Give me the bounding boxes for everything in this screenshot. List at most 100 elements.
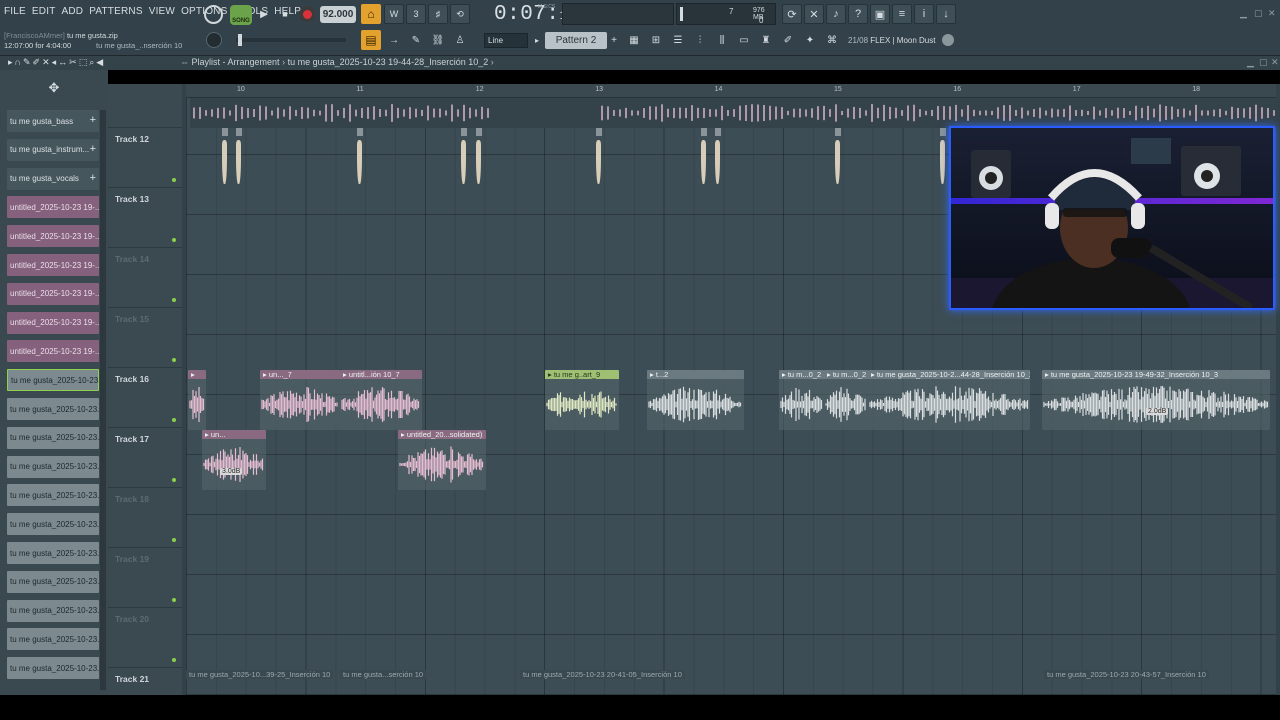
audio-clip[interactable]: ▸ untitl...ión 10_7 (340, 370, 422, 430)
track-12-clip[interactable] (236, 128, 242, 188)
help-icon[interactable]: ? (848, 4, 868, 24)
browser-item[interactable]: tu me gusta_2025-10-23... (7, 628, 99, 651)
record-icon[interactable] (299, 6, 315, 22)
menu-patterns[interactable]: PATTERNS (89, 6, 142, 17)
paint-brush-icon[interactable]: ✐ (33, 57, 43, 67)
track-header[interactable]: Track 18 (108, 488, 182, 548)
browser-item[interactable]: tu me gusta_2025-10-23... (7, 369, 99, 392)
browser-item[interactable]: untitled_2025-10-23 19-... (7, 282, 99, 305)
clip-title[interactable]: ▸ (188, 370, 206, 379)
browser-item[interactable]: tu me gusta_2025-10-23... (7, 398, 99, 420)
add-pattern-icon[interactable]: + (609, 33, 619, 48)
browser-item[interactable]: untitled_2025-10-23 19-... (7, 254, 99, 276)
add-icon[interactable]: + (90, 172, 96, 184)
clip-title[interactable]: ▸ tu me g..art_9 (545, 370, 619, 379)
track-header[interactable]: Track 15 (108, 308, 182, 368)
browser-item[interactable]: tu me gusta_2025-10-23... (7, 542, 99, 564)
track-12-clip[interactable] (222, 128, 228, 188)
bottom-clip-4[interactable]: tu me gusta_2025-10-23 20-43-57_Inserció… (1044, 670, 1209, 679)
audio-clip[interactable]: ▸ tu me gusta_2025-10-2...44-28_Inserció… (868, 370, 1030, 430)
playlist-minimize-icon[interactable]: ▁ (1247, 57, 1254, 68)
save-icon[interactable]: ▣ (870, 4, 890, 24)
brush-icon[interactable]: ✐ (779, 31, 797, 49)
erase-icon[interactable]: ✕ (42, 57, 52, 67)
slip-icon[interactable]: ↔ (58, 57, 69, 67)
track-header[interactable]: Track 16 (108, 368, 182, 428)
step-edit-icon[interactable]: ♯ (428, 4, 448, 24)
track-header[interactable]: Track 12 (108, 128, 182, 188)
track-led-icon[interactable] (172, 658, 176, 662)
globe-icon[interactable] (942, 34, 954, 46)
plugin-icon[interactable]: ♜ (757, 31, 775, 49)
eq-icon[interactable]: ⫶ (691, 31, 709, 49)
minimize-icon[interactable]: ▁ (1240, 8, 1247, 19)
pattern-prev-icon[interactable]: ▸ (532, 33, 542, 48)
browser-item[interactable]: tu me gusta_vocals + (7, 167, 99, 190)
track-header[interactable]: Track 14 (108, 248, 182, 308)
slice-icon[interactable]: ✂ (69, 57, 79, 67)
wait-for-input-icon[interactable]: W (384, 4, 404, 24)
pattern-selector[interactable]: Pattern 2 (545, 32, 607, 49)
audio-clip[interactable]: ▸ tu m...0_2 (824, 370, 868, 430)
menu-file[interactable]: FILE (4, 6, 26, 17)
clip-title[interactable]: ▸ tu me gusta_2025-10-2...44-28_Inserció… (868, 370, 1030, 379)
play-icon[interactable]: ▶ (256, 6, 272, 22)
browser-item[interactable]: tu me gusta_2025-10-23... (7, 455, 99, 478)
audio-clip[interactable]: ▸ un..._7 (260, 370, 340, 430)
microphone-icon[interactable]: ♪ (826, 4, 846, 24)
audio-clip[interactable]: ▸ un... (202, 430, 266, 490)
track-12-clip[interactable] (835, 128, 841, 188)
mixer-icon[interactable]: ≡ (892, 4, 912, 24)
playlist-maximize-icon[interactable]: ▢ (1259, 57, 1268, 68)
menu-view[interactable]: VIEW (149, 6, 175, 17)
wand-icon[interactable]: ✦ (801, 31, 819, 49)
track-led-icon[interactable] (172, 298, 176, 302)
arrow-right-icon[interactable]: → (384, 30, 404, 50)
track-12-clip[interactable] (596, 128, 602, 188)
tools-icon[interactable]: ✕ (804, 4, 824, 24)
song-mode-button[interactable]: SONG (230, 5, 252, 25)
info-icon[interactable]: i (914, 4, 934, 24)
breadcrumb-arrow-icon[interactable]: › (491, 57, 494, 67)
main-volume-knob[interactable] (204, 5, 223, 24)
master-pitch-slider[interactable] (236, 34, 346, 46)
download-icon[interactable]: ↓ (936, 4, 956, 24)
browser-item[interactable]: tu me gusta_2025-10-23... (7, 484, 99, 507)
sliders-icon[interactable]: ⫼ (713, 31, 731, 49)
track-12-clip[interactable] (940, 128, 946, 188)
link-icon[interactable]: ⛓ (428, 30, 448, 50)
slider-handle[interactable] (238, 34, 242, 46)
track-12-clip[interactable] (476, 128, 482, 188)
bottom-clip-2[interactable]: tu me gusta...serción 10 (340, 670, 427, 679)
metronome-icon[interactable]: ⌂ (361, 4, 381, 24)
timeline-ruler[interactable]: 10 11 12 13 14 15 16 17 18 (186, 84, 1276, 98)
browser-item[interactable]: tu me gusta_instrum... + (7, 138, 99, 161)
stamp-icon[interactable]: ♙ (450, 30, 470, 50)
track-led-icon[interactable] (172, 418, 176, 422)
browser-item[interactable]: tu me gusta_2025-10-23... (7, 599, 99, 622)
browser-item[interactable]: untitled_2025-10-23 19-... (7, 225, 99, 248)
clip-title[interactable]: ▸ un..._7 (260, 370, 340, 379)
add-icon[interactable]: + (90, 114, 96, 126)
track-header[interactable]: Track 20 (108, 608, 182, 668)
countdown-icon[interactable]: 3 (406, 4, 426, 24)
menu-edit[interactable]: EDIT (32, 6, 56, 17)
menu-add[interactable]: ADD (62, 6, 84, 17)
track-led-icon[interactable] (172, 598, 176, 602)
select-icon[interactable]: ⬚ (79, 57, 90, 67)
audio-clip[interactable]: ▸ tu m...0_2 (779, 370, 824, 430)
track-12-clip[interactable] (715, 128, 721, 188)
pencil-icon[interactable]: ✎ (23, 57, 33, 67)
playlist-icon[interactable]: ▦ (625, 31, 643, 49)
track-11-clip-strip[interactable] (190, 98, 1276, 128)
track-led-icon[interactable] (172, 178, 176, 182)
browser-item[interactable]: tu me gusta_2025-10-23... (7, 513, 99, 536)
track-12-clip[interactable] (461, 128, 467, 188)
channel-rack-icon[interactable]: ⊞ (647, 31, 665, 49)
audio-clip[interactable]: ▸ tu me gusta_2025-10-23 19-49-32_Inserc… (1042, 370, 1270, 430)
mixer-view-icon[interactable]: ☰ (669, 31, 687, 49)
clip-title[interactable]: ▸ tu m...0_2 (824, 370, 868, 379)
pitch-knob[interactable] (206, 32, 222, 48)
browser-move-icon[interactable]: ✥ (0, 70, 108, 106)
bottom-clip-3[interactable]: tu me gusta_2025-10-23 20-41-05_Inserció… (520, 670, 685, 679)
